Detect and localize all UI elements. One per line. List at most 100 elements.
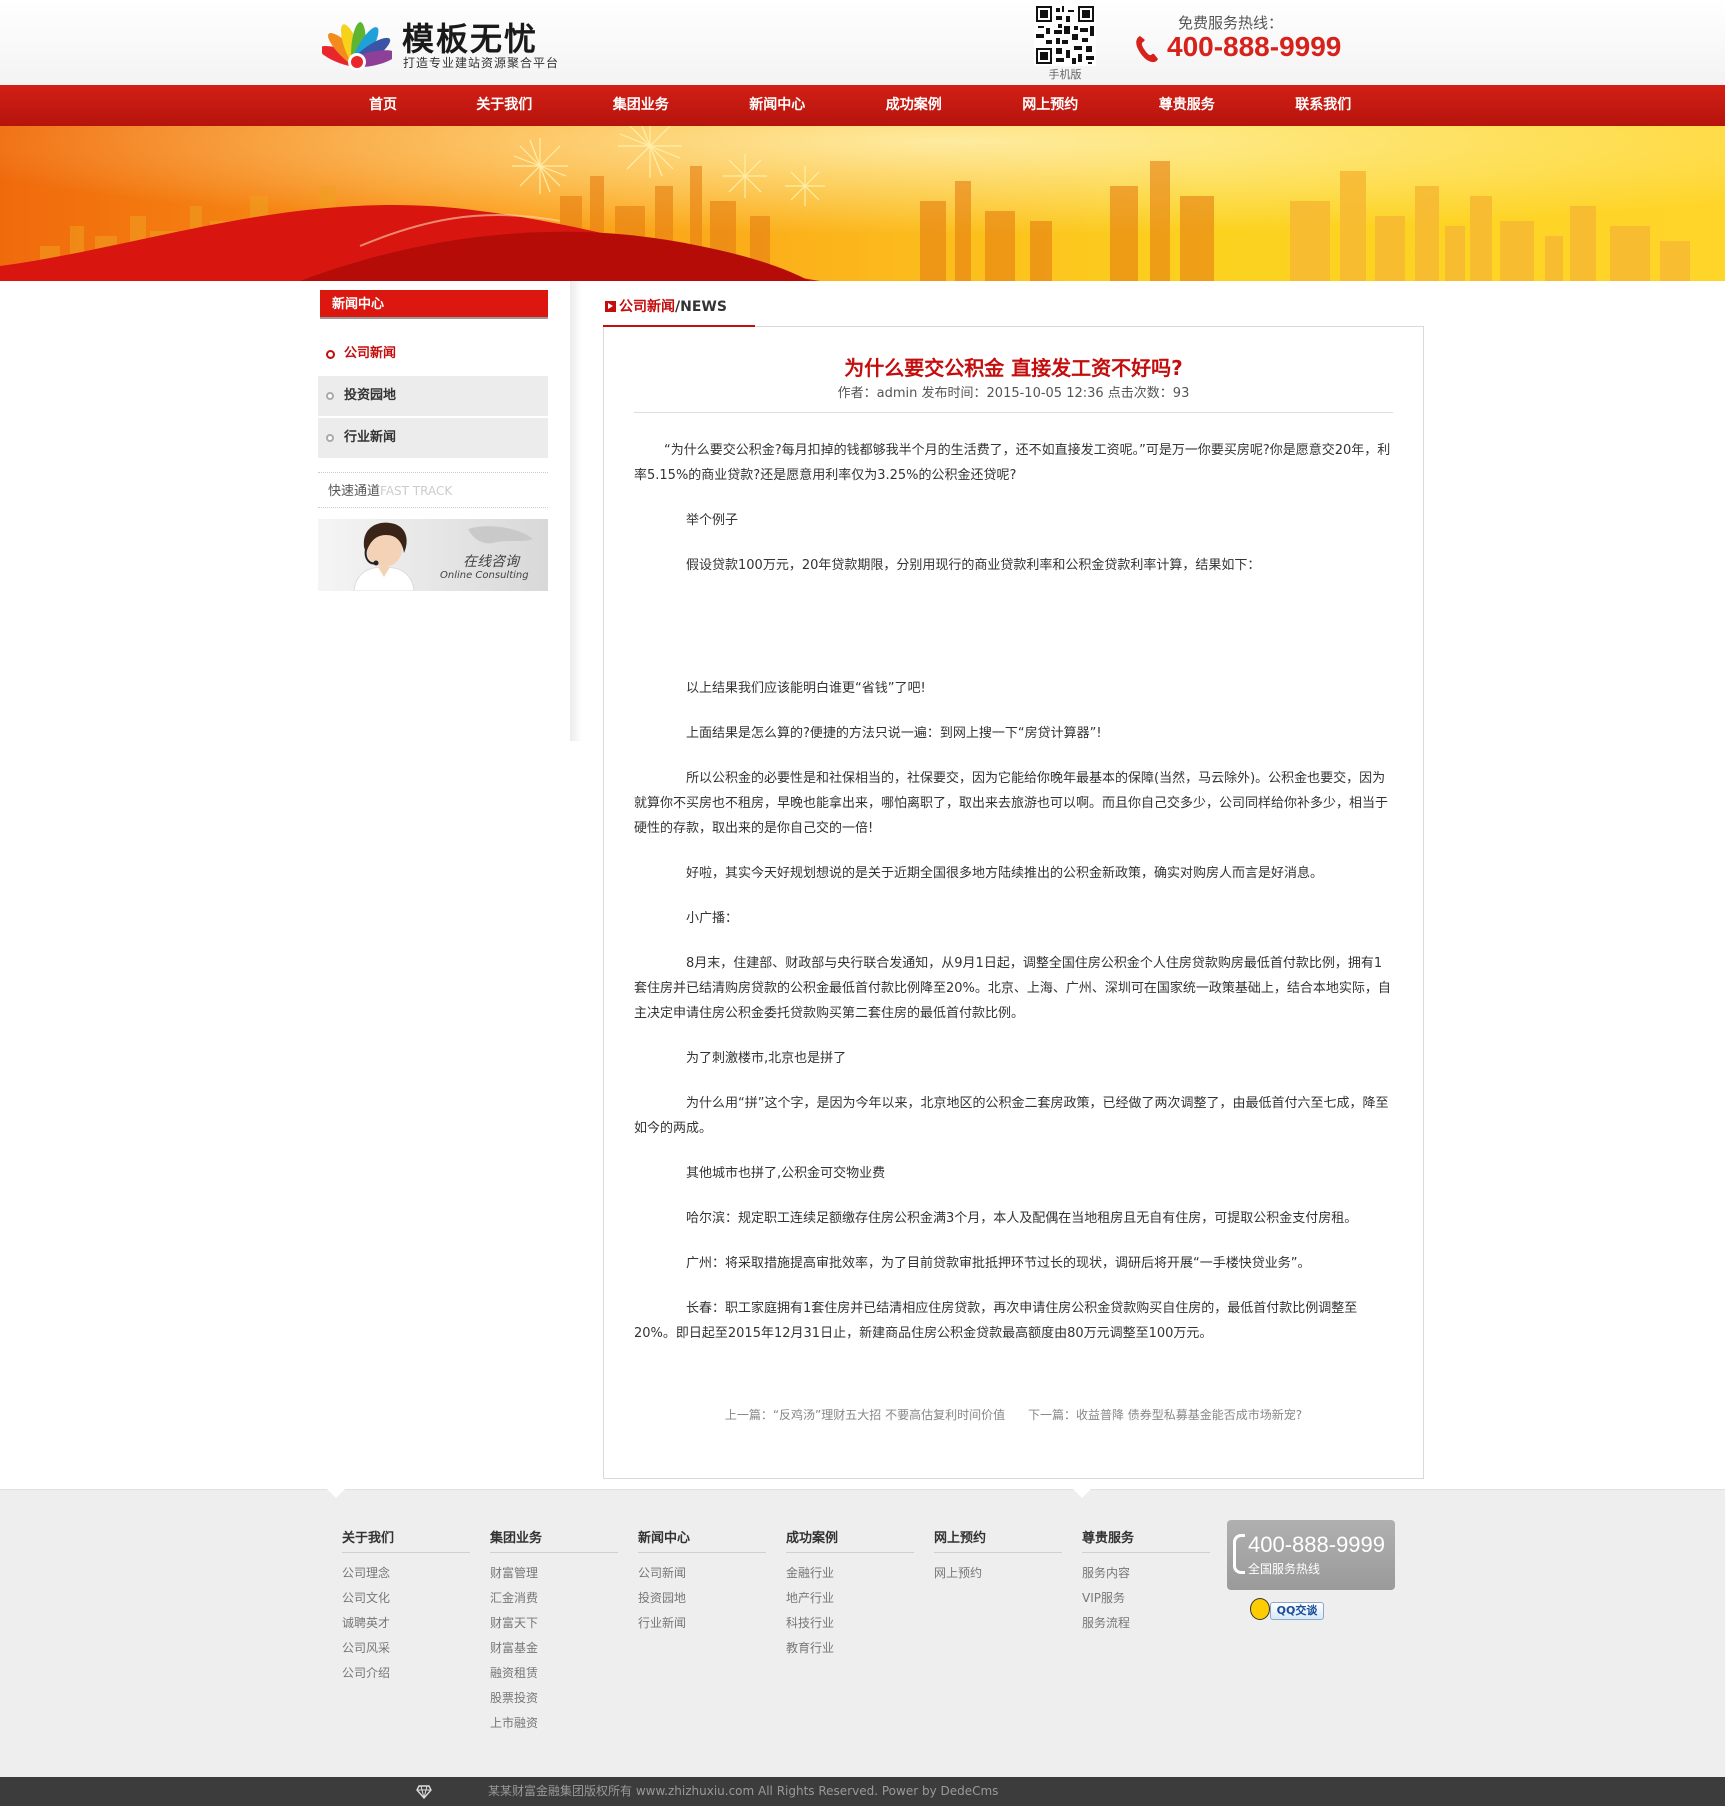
footer-link[interactable]: 投资园地 [638, 1586, 766, 1611]
sidebar-item-label: 投资园地 [344, 388, 397, 403]
nav-item-contact[interactable]: 联系我们 [1255, 85, 1392, 126]
footer-link[interactable]: 公司风采 [342, 1636, 470, 1661]
footer-col-title: 网上预约 [934, 1527, 1062, 1553]
site-header: 模板无忧 打造专业建站资源聚合平台 手机版 免费服务热线： 400-888-99… [0, 0, 1725, 85]
footer-link[interactable]: 汇金消费 [490, 1586, 618, 1611]
footer-col-title: 成功案例 [786, 1527, 914, 1553]
footer-col-about: 关于我们 公司理念 公司文化 诚聘英才 公司风采 公司介绍 [342, 1527, 470, 1686]
footer-link[interactable]: 诚聘英才 [342, 1611, 470, 1636]
logo-slogan: 打造专业建站资源聚合平台 [403, 56, 560, 70]
footer-col-title: 集团业务 [490, 1527, 618, 1553]
footer-col-title: 尊贵服务 [1082, 1527, 1210, 1553]
footer-link[interactable]: 财富天下 [490, 1611, 618, 1636]
nav-item-news[interactable]: 新闻中心 [709, 85, 846, 126]
footer-hotline-label: 全国服务热线 [1248, 1562, 1321, 1576]
arrow-icon [605, 301, 616, 312]
nav-item-cases[interactable]: 成功案例 [846, 85, 983, 126]
footer-link[interactable]: 科技行业 [786, 1611, 914, 1636]
article-paragraph: 哈尔滨：规定职工连续足额缴存住房公积金满3个月，本人及配偶在当地租房且无自有住房… [686, 1211, 1358, 1226]
consult-label-en: Online Consulting [440, 570, 529, 581]
article-meta: 作者：admin 发布时间：2015-10-05 12:36 点击次数：93 [837, 386, 1190, 401]
qq-chat-label: QQ交谈 [1270, 1602, 1324, 1620]
article-paragraph: 长春：职工家庭拥有1套住房并已结清相应住房贷款，再次申请住房公积金贷款购买自住房… [634, 1301, 1358, 1341]
footer-link[interactable]: 融资租赁 [490, 1661, 618, 1686]
article-paragraph: 其他城市也拼了,公积金可交物业费 [686, 1166, 886, 1181]
qr-code-icon[interactable] [1034, 4, 1096, 66]
copyright-bar: 某某财富金融集团版权所有 www.zhizhuxiu.com All Right… [0, 1777, 1725, 1806]
next-article-link[interactable]: 下一篇：收益普降 债券型私募基金能否成市场新宠? [1028, 1408, 1302, 1422]
footer-link[interactable]: 教育行业 [786, 1636, 914, 1661]
qr-label: 手机版 [1048, 68, 1082, 81]
article-paragraph: 广州：将采取措施提高审批效率，为了目前贷款审批抵押环节过长的现状，调研后将开展“… [686, 1256, 1311, 1271]
sidebar-menu: 公司新闻 投资园地 行业新闻 [318, 334, 548, 460]
footer-link[interactable]: 服务内容 [1082, 1561, 1210, 1586]
title-divider [634, 412, 1393, 413]
prev-next-links: 上一篇：“反鸡汤”理财五大招 不要高估复利时间价值 下一篇：收益普降 债券型私募… [603, 1406, 1424, 1423]
main-nav: 首页 关于我们 集团业务 新闻中心 成功案例 网上预约 尊贵服务 联系我们 [0, 85, 1725, 126]
footer-link[interactable]: 股票投资 [490, 1686, 618, 1711]
qq-chat-button[interactable]: QQ交谈 [1250, 1598, 1324, 1620]
site-logo[interactable]: 模板无忧 打造专业建站资源聚合平台 [322, 10, 572, 72]
nav-item-booking[interactable]: 网上预约 [982, 85, 1119, 126]
sidebar-item-investment[interactable]: 投资园地 [318, 376, 548, 418]
footer-link[interactable]: 行业新闻 [638, 1611, 766, 1636]
phone-handset-icon [1233, 1534, 1245, 1574]
footer-link[interactable]: 上市融资 [490, 1711, 618, 1736]
footer-link[interactable]: 地产行业 [786, 1586, 914, 1611]
footer-hotline-box[interactable]: 400-888-9999 全国服务热线 [1227, 1520, 1395, 1590]
qq-penguin-icon [1250, 1598, 1270, 1620]
nav-item-about[interactable]: 关于我们 [436, 85, 573, 126]
footer-link[interactable]: 服务流程 [1082, 1611, 1210, 1636]
footer-link[interactable]: 公司理念 [342, 1561, 470, 1586]
footer-link[interactable]: 财富基金 [490, 1636, 618, 1661]
footer-col-business: 集团业务 财富管理 汇金消费 财富天下 财富基金 融资租赁 股票投资 上市融资 [490, 1527, 618, 1736]
footer-link[interactable]: 公司文化 [342, 1586, 470, 1611]
hotline-number[interactable]: 400-888-9999 [1167, 31, 1341, 63]
nav-item-business[interactable]: 集团业务 [573, 85, 710, 126]
footer-notch [327, 1489, 345, 1498]
article-paragraph: 上面结果是怎么算的?便捷的方法只说一遍：到网上搜一下“房贷计算器”! [686, 726, 1102, 741]
article-title: 为什么要交公积金 直接发工资不好吗? [844, 356, 1183, 380]
footer-link[interactable]: 公司介绍 [342, 1661, 470, 1686]
fast-track-en: FAST TRACK [380, 484, 453, 498]
fast-track-cn: 快速通道 [328, 484, 381, 499]
article-paragraph: 所以公积金的必要性是和社保相当的，社保要交，因为它能给你晚年最基本的保障(当然，… [634, 771, 1389, 836]
online-consult-banner[interactable]: 在线咨询 Online Consulting [318, 519, 548, 591]
footer-link[interactable]: 财富管理 [490, 1561, 618, 1586]
article-image-placeholder [634, 598, 1393, 656]
peacock-logo-icon [322, 22, 392, 70]
article-paragraph: 小广播： [686, 911, 739, 926]
section-tab: 公司新闻/NEWS [603, 292, 755, 327]
consult-label-cn: 在线咨询 [463, 554, 519, 570]
sidebar-item-label: 公司新闻 [344, 346, 397, 361]
article-paragraph: 以上结果我们应该能明白谁更“省钱”了吧! [686, 681, 926, 696]
footer-link[interactable]: 公司新闻 [638, 1561, 766, 1586]
site-footer: 关于我们 公司理念 公司文化 诚聘英才 公司风采 公司介绍 集团业务 财富管理 … [0, 1489, 1725, 1777]
phone-icon [1136, 36, 1158, 63]
sidebar-item-label: 行业新闻 [344, 430, 397, 445]
bullet-icon [326, 350, 335, 359]
nav-item-home[interactable]: 首页 [330, 85, 436, 126]
section-tab-cn: 公司新闻 [619, 299, 675, 315]
column-divider-shadow [570, 281, 582, 741]
hero-banner [0, 126, 1725, 281]
article-paragraph: 举个例子 [686, 513, 739, 528]
sidebar-title: 新闻中心 [320, 290, 548, 319]
article-paragraph: 好啦，其实今天好规划想说的是关于近期全国很多地方陆续推出的公积金新政策，确实对购… [686, 866, 1324, 881]
sidebar-item-company-news[interactable]: 公司新闻 [318, 334, 548, 376]
bullet-icon [326, 434, 334, 442]
footer-link[interactable]: 网上预约 [934, 1561, 1062, 1586]
footer-col-title: 新闻中心 [638, 1527, 766, 1553]
hotline-label: 免费服务热线： [1178, 14, 1284, 32]
fast-track-heading: 快速通道FAST TRACK [318, 472, 548, 508]
footer-col-news: 新闻中心 公司新闻 投资园地 行业新闻 [638, 1527, 766, 1636]
prev-article-link[interactable]: 上一篇：“反鸡汤”理财五大招 不要高估复利时间价值 [725, 1408, 1005, 1422]
section-tab-en: /NEWS [675, 299, 727, 315]
footer-col-cases: 成功案例 金融行业 地产行业 科技行业 教育行业 [786, 1527, 914, 1661]
city-skyline-illustration [0, 126, 1725, 281]
bullet-icon [326, 392, 334, 400]
sidebar-item-industry-news[interactable]: 行业新闻 [318, 418, 548, 460]
footer-link[interactable]: 金融行业 [786, 1561, 914, 1586]
nav-item-service[interactable]: 尊贵服务 [1119, 85, 1256, 126]
footer-link[interactable]: VIP服务 [1082, 1586, 1210, 1611]
